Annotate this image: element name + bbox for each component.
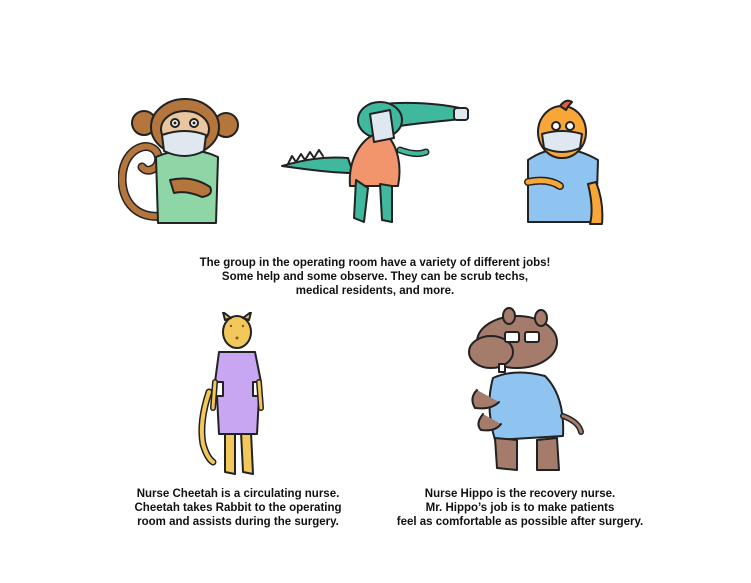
cheetah-line-3: room and assists during the surgery. bbox=[137, 516, 339, 528]
hippo-line-1: Nurse Hippo is the recovery nurse. bbox=[424, 488, 616, 500]
cheetah-illustration bbox=[198, 312, 264, 475]
intro-line-1: The group in the operating room have a v… bbox=[199, 257, 551, 269]
intro-caption: The group in the operating room have a v… bbox=[160, 256, 590, 298]
hippo-line-3: feel as comfortable as possible after su… bbox=[396, 516, 644, 528]
cheetah-line-2: Cheetah takes Rabbit to the operating bbox=[134, 502, 342, 514]
cheetah-line-1: Nurse Cheetah is a circulating nurse. bbox=[136, 488, 340, 500]
monkey-illustration bbox=[118, 98, 239, 224]
cheetah-caption: Nurse Cheetah is a circulating nurse. Ch… bbox=[108, 487, 368, 529]
hippo-caption: Nurse Hippo is the recovery nurse. Mr. H… bbox=[380, 487, 660, 529]
duck-illustration bbox=[524, 99, 604, 225]
hippo-illustration bbox=[468, 307, 584, 471]
hippo-line-2: Mr. Hippo’s job is to make patients bbox=[425, 502, 615, 514]
alligator-illustration bbox=[281, 101, 469, 223]
intro-line-2: Some help and some observe. They can be … bbox=[221, 271, 529, 283]
intro-line-3: medical residents, and more. bbox=[295, 285, 455, 297]
